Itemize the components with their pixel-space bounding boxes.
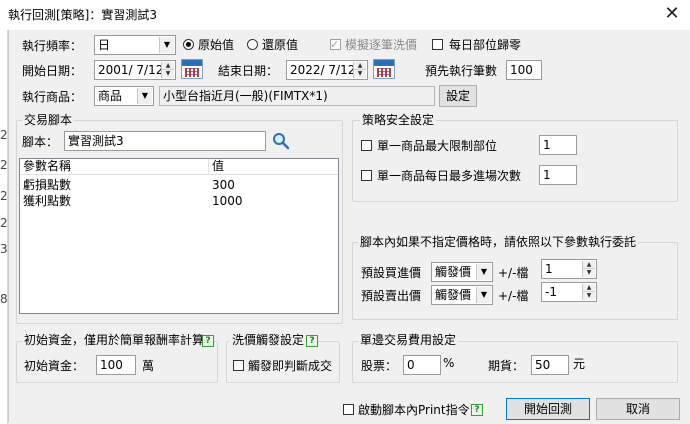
print-checkbox[interactable]: [343, 404, 354, 415]
start-backtest-button[interactable]: 開始回測: [506, 398, 590, 420]
start-date-value: 2001/ 7/12: [98, 63, 164, 77]
sell-ticks-spinner[interactable]: ▲ ▼: [582, 284, 595, 300]
background-char: 8: [0, 292, 8, 306]
window-title: 執行回測[策略]：實習測試3: [8, 8, 157, 22]
end-date-label: 結束日期：: [218, 64, 279, 78]
buy-ticks-spinner[interactable]: ▲ ▼: [582, 261, 595, 277]
sell-ticks-input[interactable]: -1 ▲ ▼: [541, 282, 597, 302]
freq-label: 執行頻率：: [22, 39, 83, 53]
radio-restore[interactable]: [247, 39, 258, 50]
chevron-down-icon: ▼: [159, 37, 174, 53]
freq-select[interactable]: 日 ▼: [94, 35, 176, 55]
max-entries-checkbox[interactable]: [361, 170, 372, 181]
capital-label: 初始資金：: [24, 359, 85, 373]
buy-ticks-label: +/-檔: [498, 266, 529, 280]
param-value[interactable]: 300: [209, 177, 235, 193]
background-char: 2: [0, 189, 8, 203]
simulate-label: 模擬逐筆洗價: [345, 38, 418, 52]
start-date-input[interactable]: 2001/ 7/12 ▲ ▼: [94, 60, 176, 80]
product-name-field: 小型台指近月(一般)(FIMTX*1): [159, 86, 435, 106]
wash-group-title: 洗價觸發設定: [230, 333, 307, 347]
background-window-edge: 2 2 2 2 3 8: [0, 30, 8, 424]
max-position-checkbox[interactable]: [361, 140, 372, 151]
background-char: 3: [0, 242, 8, 256]
buy-price-label: 預設買進價: [361, 266, 422, 280]
help-icon[interactable]: ?: [202, 335, 214, 347]
column-header-value[interactable]: 值: [209, 159, 338, 175]
stock-fee-unit: %: [443, 356, 455, 370]
capital-group-title: 初始資金，僅用於簡單報酬率計算: [22, 333, 207, 347]
sell-price-value: 觸發價: [435, 288, 472, 302]
radio-original[interactable]: [183, 39, 194, 50]
sell-ticks-value: -1: [545, 285, 557, 299]
help-icon[interactable]: ?: [471, 404, 483, 416]
sell-price-label: 預設賣出價: [361, 289, 422, 303]
end-date-spinner[interactable]: ▲ ▼: [353, 62, 366, 78]
start-date-spinner[interactable]: ▲ ▼: [161, 62, 174, 78]
checkmark-icon: ✓: [330, 38, 340, 51]
settings-button[interactable]: 設定: [439, 85, 477, 107]
product-type-select[interactable]: 商品 ▼: [94, 86, 154, 106]
capital-input[interactable]: 100: [96, 355, 136, 375]
chevron-down-icon: ▼: [476, 264, 491, 280]
max-position-input[interactable]: 1: [539, 135, 577, 155]
param-name: 虧損點數: [23, 178, 72, 192]
end-date-value: 2022/ 7/12: [290, 63, 356, 77]
background-char: 2: [0, 158, 8, 172]
script-label: 腳本：: [22, 135, 59, 149]
close-icon[interactable]: ✕: [660, 3, 684, 25]
prerun-input[interactable]: 100: [506, 60, 542, 80]
max-entries-label: 單一商品每日最多進場次數: [377, 169, 522, 183]
cancel-button[interactable]: 取消: [596, 398, 680, 420]
chevron-down-icon: ▼: [476, 287, 491, 303]
order-group-title: 腳本內如果不指定價格時，請依照以下參數執行委託: [358, 235, 639, 249]
script-name-input[interactable]: 實習測試3: [64, 131, 266, 151]
trigger-label: 觸發即判斷成交: [248, 359, 333, 373]
buy-ticks-input[interactable]: 1 ▲ ▼: [541, 259, 597, 279]
calendar-icon[interactable]: [181, 59, 203, 79]
stock-fee-label: 股票：: [361, 359, 398, 373]
print-label: 啟動腳本內Print指令: [358, 403, 470, 417]
safety-group: [352, 120, 678, 202]
product-label: 執行商品：: [22, 90, 83, 104]
daily-reset-label: 每日部位歸零: [449, 38, 522, 52]
stock-fee-input[interactable]: 0: [403, 355, 441, 375]
order-default-group: [352, 242, 678, 320]
script-group-title: 交易腳本: [22, 113, 75, 127]
end-date-input[interactable]: 2022/ 7/12 ▲ ▼: [286, 60, 368, 80]
freq-value: 日: [98, 38, 111, 52]
prerun-label: 預先執行筆數: [425, 64, 498, 78]
calendar-icon[interactable]: [373, 59, 395, 79]
title-bar: 執行回測[策略]：實習測試3 ✕: [0, 0, 690, 30]
buy-price-select[interactable]: 觸發價 ▼: [431, 262, 493, 282]
futures-fee-unit: 元: [573, 357, 586, 371]
buy-price-value: 觸發價: [435, 265, 472, 279]
capital-unit: 萬: [142, 359, 155, 373]
param-value[interactable]: 1000: [209, 193, 243, 209]
help-icon[interactable]: ?: [306, 335, 318, 347]
trigger-checkbox[interactable]: [233, 360, 244, 371]
search-icon[interactable]: [272, 132, 290, 150]
param-name: 獲利點數: [23, 194, 72, 208]
sell-ticks-label: +/-檔: [498, 289, 529, 303]
column-header-name[interactable]: 參數名稱: [20, 159, 209, 175]
max-position-label: 單一商品最大限制部位: [377, 139, 498, 153]
sell-price-select[interactable]: 觸發價 ▼: [431, 285, 493, 305]
chevron-down-icon: ▼: [137, 88, 152, 104]
futures-fee-label: 期貨：: [488, 359, 525, 373]
parameter-table: 參數名稱 值 虧損點數 300 獲利點數 1000: [19, 158, 339, 314]
table-header: 參數名稱 值: [20, 159, 338, 175]
start-date-label: 開始日期：: [22, 64, 83, 78]
safety-group-title: 策略安全設定: [360, 113, 437, 127]
max-entries-input[interactable]: 1: [539, 165, 577, 185]
product-type-value: 商品: [98, 89, 123, 103]
buy-ticks-value: 1: [545, 262, 553, 276]
radio-restore-label: 還原值: [262, 38, 299, 52]
daily-reset-checkbox[interactable]: [432, 39, 443, 50]
fee-group-title: 單邊交易費用設定: [358, 333, 459, 347]
background-char: 2: [0, 216, 8, 230]
radio-original-label: 原始值: [198, 38, 235, 52]
background-char: 2: [0, 128, 8, 142]
futures-fee-input[interactable]: 50: [531, 355, 569, 375]
